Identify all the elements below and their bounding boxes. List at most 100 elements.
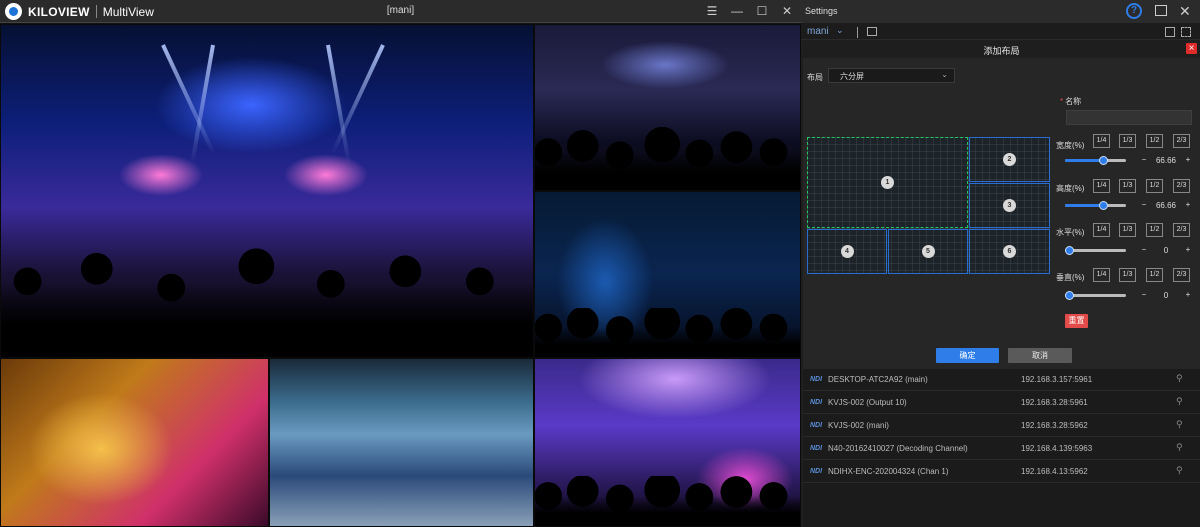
menu-icon[interactable]: ☰ xyxy=(702,2,722,21)
layout-label: 布局 xyxy=(807,73,823,82)
fraction-button[interactable]: 1/4 xyxy=(1093,223,1110,237)
name-input[interactable] xyxy=(1066,110,1192,125)
increment-button[interactable]: + xyxy=(1184,155,1192,164)
source-row[interactable]: NDI NDIHX-ENC-202004324 (Chan 1) 192.168… xyxy=(803,461,1200,483)
settings-window: Settings ? ✕ mani ⌄ 添加布局 × 布局 六分屏 ⌄ *名称 xyxy=(801,0,1200,527)
add-layout-dialog: 添加布局 × 布局 六分屏 ⌄ * 名称 1 2 3 4 5 6 宽度(%) 1/ xyxy=(803,41,1200,369)
cell-number: 3 xyxy=(1003,199,1016,212)
decrement-button[interactable]: − xyxy=(1140,290,1148,299)
cell-number: 4 xyxy=(840,245,854,258)
fraction-button[interactable]: 2/3 xyxy=(1173,134,1190,148)
slider-handle[interactable] xyxy=(1065,291,1074,300)
layout-cell-4[interactable]: 4 xyxy=(807,229,887,274)
source-row[interactable]: NDI KVJS-002 (Output 10) 192.168.3.28:59… xyxy=(803,392,1200,414)
close-button[interactable]: ✕ xyxy=(1179,3,1191,19)
height-value[interactable]: 66.66 xyxy=(1150,201,1182,210)
slider-handle[interactable] xyxy=(1065,246,1074,255)
fraction-button[interactable]: 1/3 xyxy=(1119,134,1136,148)
height-slider[interactable] xyxy=(1065,201,1126,210)
increment-button[interactable]: + xyxy=(1184,290,1192,299)
fraction-button[interactable]: 1/2 xyxy=(1146,179,1163,193)
width-slider[interactable] xyxy=(1065,156,1126,165)
cell-number: 1 xyxy=(881,176,894,189)
width-value[interactable]: 66.66 xyxy=(1150,156,1182,165)
increment-button[interactable]: + xyxy=(1184,245,1192,254)
pin-icon[interactable]: ⚲ xyxy=(1176,465,1183,476)
user-icon[interactable] xyxy=(1165,27,1175,37)
multiview-window: KILOVIEW MultiView [mani] ☰ — ☐ ✕ xyxy=(0,0,801,527)
video-tile-3[interactable] xyxy=(534,191,801,358)
decrement-button[interactable]: − xyxy=(1140,155,1148,164)
source-row[interactable]: NDI KVJS-002 (mani) 192.168.3.28:5962 ⚲ xyxy=(803,415,1200,437)
layout-preview-grid: 1 2 3 4 5 6 xyxy=(807,137,1050,274)
source-selector[interactable]: mani xyxy=(807,26,829,37)
window-name: [mani] xyxy=(386,5,415,16)
decrement-button[interactable]: − xyxy=(1140,245,1148,254)
layout-cell-6[interactable]: 6 xyxy=(969,229,1050,274)
decrement-button[interactable]: − xyxy=(1140,200,1148,209)
dialog-close-button[interactable]: × xyxy=(1186,43,1197,54)
layout-cell-1[interactable]: 1 xyxy=(807,137,968,228)
vertical-slider[interactable] xyxy=(1065,291,1126,300)
ndi-tag: NDI xyxy=(810,445,823,452)
source-name: KVJS-002 (mani) xyxy=(828,421,889,430)
pin-icon[interactable]: ⚲ xyxy=(1176,419,1183,430)
fraction-button[interactable]: 1/4 xyxy=(1093,268,1110,282)
ndi-tag: NDI xyxy=(810,422,823,429)
layout-cell-5[interactable]: 5 xyxy=(888,229,968,274)
chevron-down-icon[interactable]: ⌄ xyxy=(836,25,844,36)
cancel-button[interactable]: 取消 xyxy=(1008,348,1072,363)
video-tile-2[interactable] xyxy=(534,24,801,191)
fraction-button[interactable]: 1/3 xyxy=(1119,223,1136,237)
pin-icon[interactable]: ⚲ xyxy=(1176,373,1183,384)
fraction-button[interactable]: 2/3 xyxy=(1173,268,1190,282)
pin-icon[interactable]: ⚲ xyxy=(1176,396,1183,407)
source-row[interactable]: NDI N40-20162410027 (Decoding Channel) 1… xyxy=(803,438,1200,460)
layout-cell-3[interactable]: 3 xyxy=(969,183,1050,228)
horizontal-value[interactable]: 0 xyxy=(1150,246,1182,255)
maximize-button[interactable]: ☐ xyxy=(752,2,772,21)
fraction-button[interactable]: 1/2 xyxy=(1146,268,1163,282)
settings-titlebar[interactable]: Settings ? ✕ xyxy=(801,0,1200,23)
reset-button[interactable]: 重置 xyxy=(1065,314,1088,328)
fraction-button[interactable]: 1/2 xyxy=(1146,134,1163,148)
maximize-button[interactable] xyxy=(1155,5,1167,16)
multiview-titlebar[interactable]: KILOVIEW MultiView [mani] ☰ — ☐ ✕ xyxy=(0,0,801,23)
ndi-tag: NDI xyxy=(810,399,823,406)
help-icon[interactable]: ? xyxy=(1126,3,1142,19)
horizontal-slider[interactable] xyxy=(1065,246,1126,255)
qr-code-icon[interactable] xyxy=(1181,27,1191,37)
crowd-silhouette xyxy=(1,230,533,357)
preview-icon[interactable] xyxy=(867,27,877,36)
confirm-button[interactable]: 确定 xyxy=(936,348,999,363)
chevron-down-icon: ⌄ xyxy=(941,70,948,79)
fraction-button[interactable]: 1/4 xyxy=(1093,134,1110,148)
vertical-value[interactable]: 0 xyxy=(1150,291,1182,300)
slider-handle[interactable] xyxy=(1099,156,1109,165)
fraction-button[interactable]: 1/3 xyxy=(1119,268,1136,282)
fraction-button[interactable]: 1/4 xyxy=(1093,179,1110,193)
video-tile-5[interactable] xyxy=(269,358,534,527)
video-tile-4[interactable] xyxy=(0,358,269,527)
source-name: N40-20162410027 (Decoding Channel) xyxy=(828,444,968,453)
fraction-button[interactable]: 1/2 xyxy=(1146,223,1163,237)
required-mark: * xyxy=(1060,97,1064,106)
close-button[interactable]: ✕ xyxy=(777,2,797,21)
increment-button[interactable]: + xyxy=(1184,200,1192,209)
layout-select[interactable]: 六分屏 ⌄ xyxy=(828,68,955,83)
pin-icon[interactable]: ⚲ xyxy=(1176,442,1183,453)
source-address: 192.168.4.139:5963 xyxy=(1021,444,1093,453)
video-tile-1[interactable] xyxy=(0,24,534,358)
layout-cell-2[interactable]: 2 xyxy=(969,137,1050,182)
minimize-button[interactable]: — xyxy=(727,2,747,21)
ndi-source-list: NDI DESKTOP-ATC2A92 (main) 192.168.3.157… xyxy=(803,369,1200,527)
fraction-button[interactable]: 2/3 xyxy=(1173,179,1190,193)
width-stepper: − 66.66 + xyxy=(1140,155,1192,168)
fraction-button[interactable]: 1/3 xyxy=(1119,179,1136,193)
fraction-button[interactable]: 2/3 xyxy=(1173,223,1190,237)
crowd-silhouette xyxy=(535,127,800,190)
ndi-tag: NDI xyxy=(810,468,823,475)
video-tile-6[interactable] xyxy=(534,358,801,527)
source-row[interactable]: NDI DESKTOP-ATC2A92 (main) 192.168.3.157… xyxy=(803,369,1200,391)
slider-handle[interactable] xyxy=(1099,201,1109,210)
